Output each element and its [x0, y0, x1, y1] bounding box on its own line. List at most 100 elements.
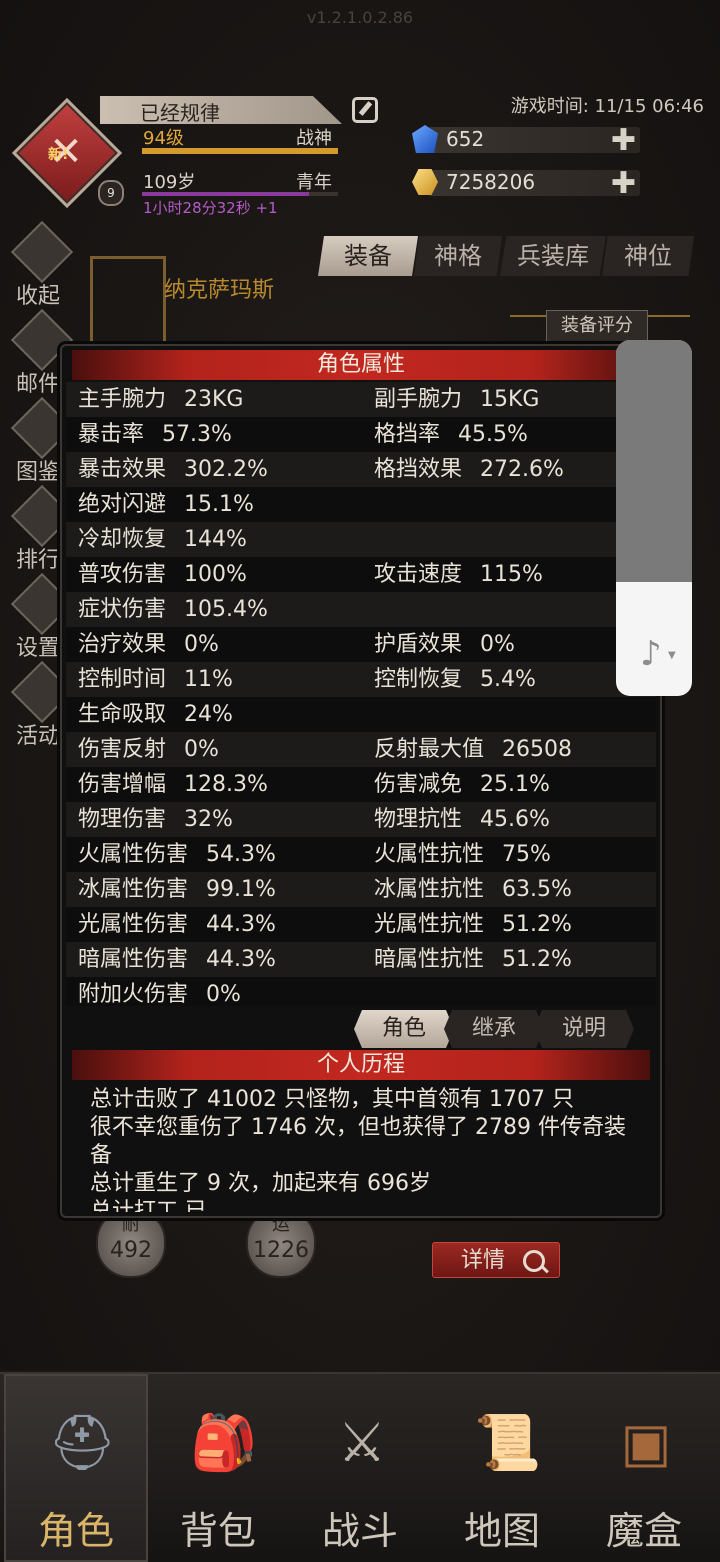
stat-cell: 附加火伤害 0%	[78, 977, 241, 1006]
stat-cell: 格挡率 45.5%	[374, 417, 528, 452]
stat-cell: 暴击效果 302.2%	[78, 452, 268, 487]
stat-cell: 生命吸取 24%	[78, 697, 233, 732]
modal-tabs: 角色 继承 说明	[354, 1010, 644, 1050]
nav-map[interactable]: 📜 地图	[430, 1374, 574, 1562]
stat-cell: 光属性伤害 44.3%	[78, 907, 276, 942]
hero-name: 纳克萨玛斯	[164, 278, 275, 303]
stat-label: 冰属性抗性	[374, 877, 485, 902]
tab-info[interactable]: 说明	[534, 1010, 634, 1048]
stat-value: 99.1%	[206, 877, 276, 902]
tab-equipment[interactable]: 装备	[318, 236, 418, 276]
edit-icon[interactable]	[352, 97, 378, 123]
stat-value: 63.5%	[502, 877, 572, 902]
modal-title: 角色属性	[72, 350, 650, 380]
nav-backpack[interactable]: 🎒 背包	[146, 1374, 290, 1562]
tab-divinity[interactable]: 神格	[414, 236, 502, 276]
stat-label: 光属性伤害	[78, 912, 189, 937]
gem-counter: 652 ✚	[410, 123, 640, 158]
volume-slider[interactable]: ♪ ▼	[616, 340, 692, 696]
stat-value: 23KG	[184, 387, 244, 412]
nav-battle[interactable]: ⚔ 战斗	[288, 1374, 432, 1562]
stat-row: 绝对闪避 15.1%	[66, 487, 656, 522]
stat-value: 128.3%	[184, 772, 268, 797]
nav-magic-box[interactable]: ▣ 魔盒	[572, 1374, 716, 1562]
stat-value: 24%	[184, 702, 233, 727]
stat-value: 0%	[480, 632, 515, 657]
stat-label: 物理抗性	[374, 807, 463, 832]
chevron-down-icon[interactable]: ▼	[668, 650, 676, 661]
add-gems-button[interactable]: ✚	[611, 123, 636, 158]
bottom-nav: ⛑ 角色 🎒 背包 ⚔ 战斗 📜 地图 ▣ 魔盒	[0, 1372, 720, 1562]
stat-value: 44.3%	[206, 912, 276, 937]
stat-row: 暴击效果 302.2% 格挡效果 272.6%	[66, 452, 656, 487]
stat-value: 54.3%	[206, 842, 276, 867]
stat-row: 生命吸取 24%	[66, 697, 656, 732]
game-time: 游戏时间: 11/15 06:46	[510, 96, 704, 117]
gold-value: 7258206	[446, 170, 536, 194]
stat-cell: 冷却恢复 144%	[78, 522, 247, 557]
life-stage: 青年	[296, 172, 332, 193]
avatar-level-badge: 9	[98, 180, 124, 206]
stat-cell: 伤害增幅 128.3%	[78, 767, 268, 802]
tab-god-rank[interactable]: 神位	[602, 236, 694, 276]
stat-label: 格挡效果	[374, 457, 463, 482]
stat-label: 伤害增幅	[78, 772, 167, 797]
tab-armory[interactable]: 兵装库	[500, 236, 606, 276]
stat-row: 控制时间 11% 控制恢复 5.4%	[66, 662, 656, 697]
details-button[interactable]: 详情	[432, 1242, 560, 1278]
stat-label: 控制恢复	[374, 667, 463, 692]
hero-tabs: 装备 神格 兵装库 神位	[318, 236, 694, 276]
stat-label: 伤害减免	[374, 772, 463, 797]
gem-value: 652	[446, 127, 485, 151]
stat-cell: 普攻伤害 100%	[78, 557, 247, 592]
tab-inherit[interactable]: 继承	[444, 1010, 544, 1048]
volume-fill	[616, 340, 692, 583]
stat-row: 伤害反射 0% 反射最大值 26508	[66, 732, 656, 767]
stat-cell: 伤害减免 25.1%	[374, 767, 550, 802]
history-title: 个人历程	[72, 1050, 650, 1080]
stat-cell: 控制恢复 5.4%	[374, 662, 536, 697]
helmet-icon: ⛑	[48, 1411, 117, 1474]
stat-cell: 主手腕力 23KG	[78, 382, 243, 417]
age-progress-bar	[142, 192, 338, 196]
stat-label: 冷却恢复	[78, 527, 167, 552]
stat-label: 暴击效果	[78, 457, 167, 482]
nav-character[interactable]: ⛑ 角色	[4, 1374, 148, 1562]
stat-row: 冰属性伤害 99.1% 冰属性抗性 63.5%	[66, 872, 656, 907]
stat-value: 272.6%	[480, 457, 564, 482]
stat-circle-endurance: 耐 492	[96, 1208, 166, 1278]
history-text[interactable]: 总计击败了 41002 只怪物，其中首领有 1707 只 很不幸您重伤了 174…	[90, 1086, 640, 1212]
stat-value: 45.6%	[480, 807, 550, 832]
stat-value: 11%	[184, 667, 233, 692]
side-item-collapse[interactable]: 收起	[8, 220, 80, 309]
stat-label: 物理伤害	[78, 807, 167, 832]
stat-label: 症状伤害	[78, 597, 167, 622]
stat-label: 火属性伤害	[78, 842, 189, 867]
player-level: 94级	[143, 128, 184, 149]
stat-value: 0%	[184, 632, 219, 657]
stat-label: 攻击速度	[374, 562, 463, 587]
stat-row: 附加火伤害 0%	[66, 977, 656, 1006]
stat-label: 附加火伤害	[78, 982, 189, 1006]
stats-table[interactable]: 主手腕力 23KG 副手腕力 15KG 暴击率 57.3% 格挡率 45.5% 暴击效果 302.…	[66, 382, 656, 1006]
add-gold-button[interactable]: ✚	[611, 166, 636, 201]
stat-cell: 火属性抗性 75%	[374, 837, 551, 872]
stat-label: 护盾效果	[374, 632, 463, 657]
stat-label: 控制时间	[78, 667, 167, 692]
stat-value: 105.4%	[184, 597, 268, 622]
tab-character[interactable]: 角色	[354, 1010, 454, 1048]
stat-label: 反射最大值	[374, 737, 485, 762]
music-note-icon: ♪	[640, 634, 662, 674]
stat-cell: 暴击率 57.3%	[78, 417, 232, 452]
stat-label: 生命吸取	[78, 702, 167, 727]
stat-value: 57.3%	[162, 422, 232, 447]
player-age: 109岁	[143, 172, 196, 193]
stat-label: 冰属性伤害	[78, 877, 189, 902]
stat-cell: 冰属性抗性 63.5%	[374, 872, 572, 907]
search-icon	[523, 1250, 545, 1272]
hero-portrait-frame	[90, 256, 166, 351]
history-line: 总计击败了 41002 只怪物，其中首领有 1707 只	[90, 1087, 574, 1112]
stat-value: 75%	[502, 842, 551, 867]
stat-value: 0%	[206, 982, 241, 1006]
stat-circle-luck: 运 1226	[246, 1208, 316, 1278]
